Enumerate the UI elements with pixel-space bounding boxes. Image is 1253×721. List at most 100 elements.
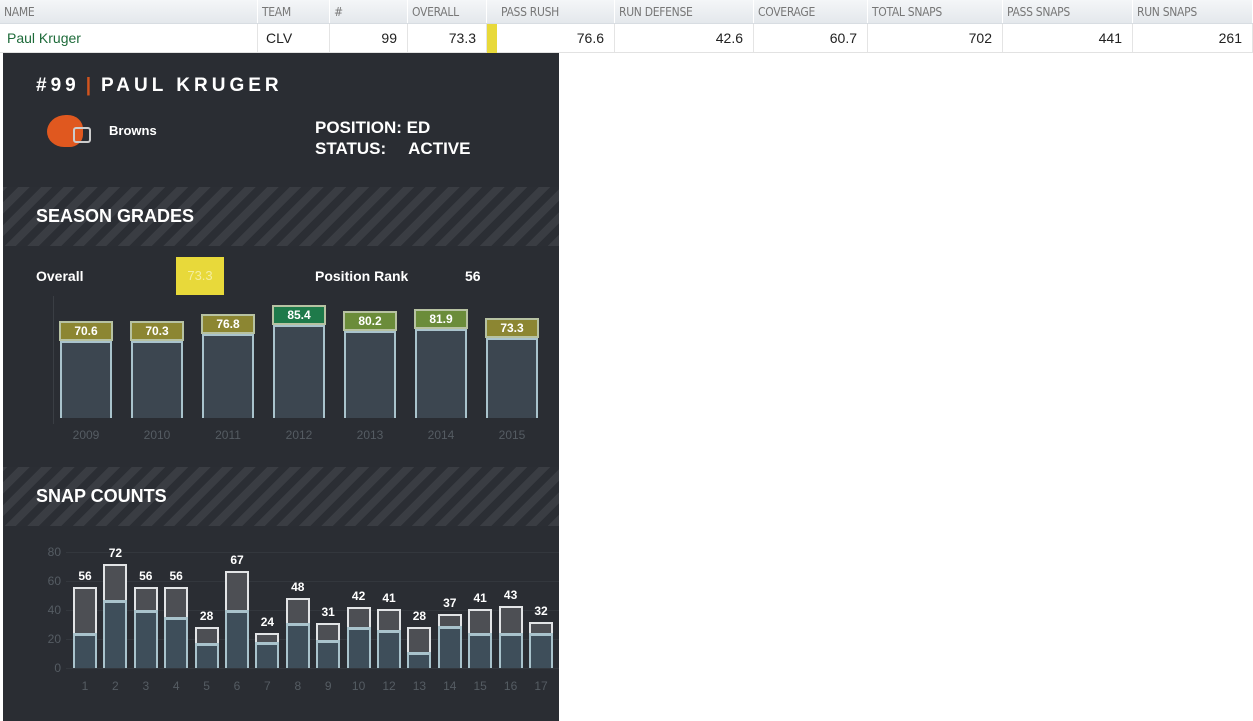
- snap-value-label: 72: [108, 545, 123, 560]
- column-header[interactable]: PASS SNAPS: [1003, 0, 1133, 23]
- grade-year-label: 2014: [427, 428, 455, 442]
- column-header[interactable]: RUN SNAPS: [1133, 0, 1253, 23]
- season-grades-header: SEASON GRADES: [3, 187, 559, 246]
- grade-year-label: 2013: [356, 428, 384, 442]
- snap-run-bar: [133, 610, 158, 668]
- snap-run-bar: [225, 610, 249, 668]
- grade-label: 73.3: [485, 318, 539, 339]
- y-tick-label: 40: [47, 603, 61, 617]
- snap-value-label: 48: [291, 580, 305, 595]
- column-header[interactable]: TOTAL SNAPS: [868, 0, 1003, 23]
- column-header[interactable]: RUN DEFENSE: [615, 0, 754, 23]
- y-tick-label: 80: [47, 545, 61, 559]
- team-name: Browns: [109, 123, 157, 138]
- column-header[interactable]: OVERALL: [408, 0, 487, 23]
- column-header[interactable]: TEAM: [258, 0, 330, 23]
- snap-value-label: 41: [382, 590, 396, 605]
- grade-year-label: 2010: [143, 428, 171, 442]
- snap-run-bar: [529, 633, 553, 668]
- player-name-link[interactable]: Paul Kruger: [0, 24, 258, 52]
- grade-bar: [344, 330, 396, 418]
- game-label: 3: [142, 679, 150, 693]
- table-cell: 73.3: [408, 24, 487, 52]
- snap-value-label: 67: [230, 552, 244, 567]
- column-header[interactable]: NAME: [0, 0, 258, 23]
- table-cell: 99: [330, 24, 408, 52]
- snap-run-bar: [316, 640, 341, 668]
- y-tick-label: 60: [47, 574, 61, 588]
- grade-bar: [202, 334, 254, 418]
- table-cell: 702: [868, 24, 1003, 52]
- game-label: 12: [382, 679, 396, 693]
- table-header: NAME TEAM # OVERALL PASS RUSH RUN DEFENSE COVE…: [0, 0, 1253, 24]
- table-cell: 441: [1003, 24, 1133, 52]
- status-label: STATUS:: [315, 139, 387, 158]
- snap-run-bar: [498, 633, 523, 668]
- player-title: #99 | PAUL KRUGER: [36, 75, 283, 96]
- y-tick-label: 20: [47, 632, 61, 646]
- game-label: 16: [503, 679, 518, 693]
- table-cell: 76.6: [497, 24, 615, 52]
- column-header[interactable]: #: [330, 0, 408, 23]
- game-label: 14: [443, 679, 457, 693]
- column-header[interactable]: PASS RUSH: [497, 0, 615, 23]
- grade-bar: [415, 328, 467, 418]
- snap-run-bar: [164, 617, 189, 668]
- overall-label: Overall: [36, 268, 84, 284]
- snap-value-label: 56: [78, 568, 92, 583]
- gridline: [66, 668, 559, 669]
- grade-year-label: 2015: [498, 428, 526, 442]
- snap-run-bar: [437, 625, 462, 668]
- grade-label: 80.2: [343, 310, 397, 331]
- grade-year-label: 2009: [72, 428, 100, 442]
- snap-run-bar: [255, 641, 280, 668]
- position-value: ED: [406, 118, 431, 137]
- table-cell: CLV: [258, 24, 330, 52]
- grade-bar: [131, 341, 183, 418]
- column-header[interactable]: COVERAGE: [754, 0, 868, 23]
- game-label: 13: [412, 679, 427, 693]
- grade-label: 81.9: [414, 308, 468, 329]
- position-rank-label: Position Rank: [315, 268, 409, 284]
- overall-grade-indicator: [487, 24, 497, 53]
- table-cell: 261: [1133, 24, 1253, 52]
- game-label: 4: [172, 679, 180, 693]
- snap-value-label: 32: [534, 603, 548, 618]
- snap-run-bar: [73, 633, 97, 668]
- position-label: POSITION:: [315, 118, 402, 137]
- snap-value-label: 56: [169, 568, 183, 583]
- snap-value-label: 28: [199, 609, 214, 624]
- grade-label: 76.8: [201, 314, 255, 335]
- player-name: PAUL KRUGER: [101, 75, 283, 96]
- section-title: SNAP COUNTS: [36, 486, 167, 506]
- game-label: 1: [81, 679, 89, 693]
- position-rank-value: 56: [465, 268, 481, 284]
- grade-label: 85.4: [272, 304, 326, 325]
- snap-value-label: 43: [503, 587, 518, 602]
- status-value: ACTIVE: [408, 139, 471, 158]
- grade-year-label: 2011: [215, 428, 241, 442]
- snap-value-label: 24: [260, 615, 275, 630]
- game-label: 10: [351, 679, 366, 693]
- game-label: 6: [233, 679, 241, 693]
- grades-axis: [53, 296, 54, 424]
- grade-bar: [60, 341, 112, 418]
- snap-run-bar: [346, 627, 371, 668]
- table-cell: 42.6: [615, 24, 754, 52]
- snap-run-bar: [194, 643, 219, 668]
- player-card: #99 | PAUL KRUGER Browns POSITION: ED STAT…: [3, 53, 559, 721]
- game-label: 9: [324, 679, 332, 693]
- game-label: 7: [264, 679, 271, 693]
- snap-value-label: 31: [321, 605, 335, 620]
- snap-run-bar: [103, 599, 128, 668]
- table-row[interactable]: Paul Kruger CLV 99 73.3 76.6 42.6 60.7 702 441 26…: [0, 24, 1253, 53]
- grade-label: 70.6: [59, 321, 113, 342]
- y-tick-label: 0: [54, 661, 61, 675]
- game-label: 5: [203, 679, 210, 693]
- table-cell: 60.7: [754, 24, 868, 52]
- game-label: 17: [534, 679, 548, 693]
- gridline: [66, 552, 559, 553]
- game-label: 2: [112, 679, 119, 693]
- snap-run-bar: [377, 630, 401, 668]
- team-helmet-icon: [47, 115, 91, 147]
